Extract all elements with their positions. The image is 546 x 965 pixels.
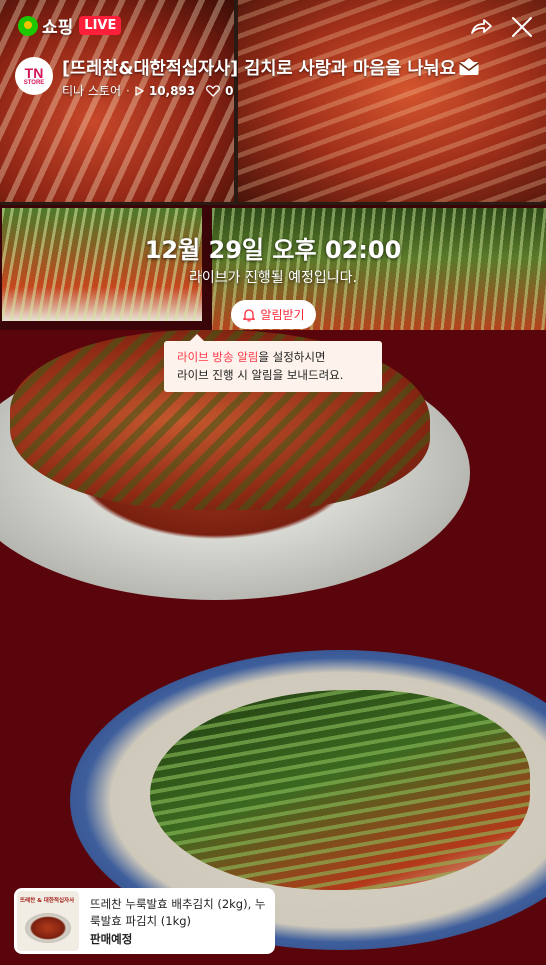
share-button[interactable] [466, 13, 494, 41]
channel-avatar[interactable]: TN STORE [15, 57, 53, 95]
channel-meta: 티나 스토어 · 10,893 0 [62, 82, 234, 99]
brand-label: 쇼핑 [42, 18, 74, 38]
scheduled-datetime: 12월 29일 오후 02:00 [144, 236, 402, 264]
product-name: 뜨레찬 누룩발효 배추김치 (2kg), 누룩발효 파김치 (1kg) [90, 897, 266, 928]
live-badge: LIVE [79, 16, 122, 35]
tooltip-line1-rest: 을 설정하시면 [258, 350, 326, 364]
naver-shopping-logo-icon [18, 15, 38, 36]
tooltip-line2: 라이브 진행 시 알림을 보내드려요. [177, 368, 344, 382]
tooltip-highlight: 라이브 방송 알림 [177, 350, 259, 364]
product-status: 판매예정 [90, 932, 133, 946]
close-icon [512, 17, 532, 37]
schedule-message: 라이브가 진행될 예정입니다. [189, 270, 357, 286]
alarm-button[interactable]: 알림받기 [231, 300, 316, 329]
shopping-live-brand[interactable]: 쇼핑 LIVE [18, 13, 122, 38]
live-title: [뜨레찬&대한적십자사] 김치로 사랑과 마음을 나눠요 [62, 55, 480, 80]
avatar-logo-text: TN [24, 64, 44, 81]
product-thumbnail: 뜨레찬 & 대한적십자사 [17, 891, 79, 951]
live-cover-image [0, 0, 546, 965]
like-count: 0 [225, 83, 234, 98]
view-count: 10,893 [148, 83, 196, 98]
tooltip-line1: 라이브 방송 알림을 설정하시면 [177, 348, 382, 366]
share-icon [471, 19, 492, 34]
bell-icon [243, 308, 256, 322]
thumbnail-caption: 뜨레찬 & 대한적십자사 [20, 898, 75, 904]
green-onion-kimchi [150, 690, 530, 890]
kimchi-closeup-photo [238, 0, 546, 202]
alarm-button-label: 알림받기 [260, 308, 305, 322]
alarm-tooltip: 라이브 방송 알림을 설정하시면 라이브 진행 시 알림을 보내드려요. [164, 334, 382, 392]
product-card[interactable]: 뜨레찬 & 대한적십자사 뜨레찬 누룩발효 배추김치 (2kg), 누룩발효 파… [14, 888, 275, 954]
envelope-icon [458, 58, 479, 75]
channel-name[interactable]: 티나 스토어 [62, 82, 121, 99]
avatar-logo-subtext: STORE [23, 79, 45, 86]
close-button[interactable] [508, 13, 536, 41]
live-title-text: [뜨레찬&대한적십자사] 김치로 사랑과 마음을 나눠요 [62, 59, 456, 79]
heart-icon [206, 84, 221, 97]
meta-separator: · [126, 83, 130, 98]
play-icon [135, 85, 144, 96]
thumbnail-dish [25, 913, 71, 943]
